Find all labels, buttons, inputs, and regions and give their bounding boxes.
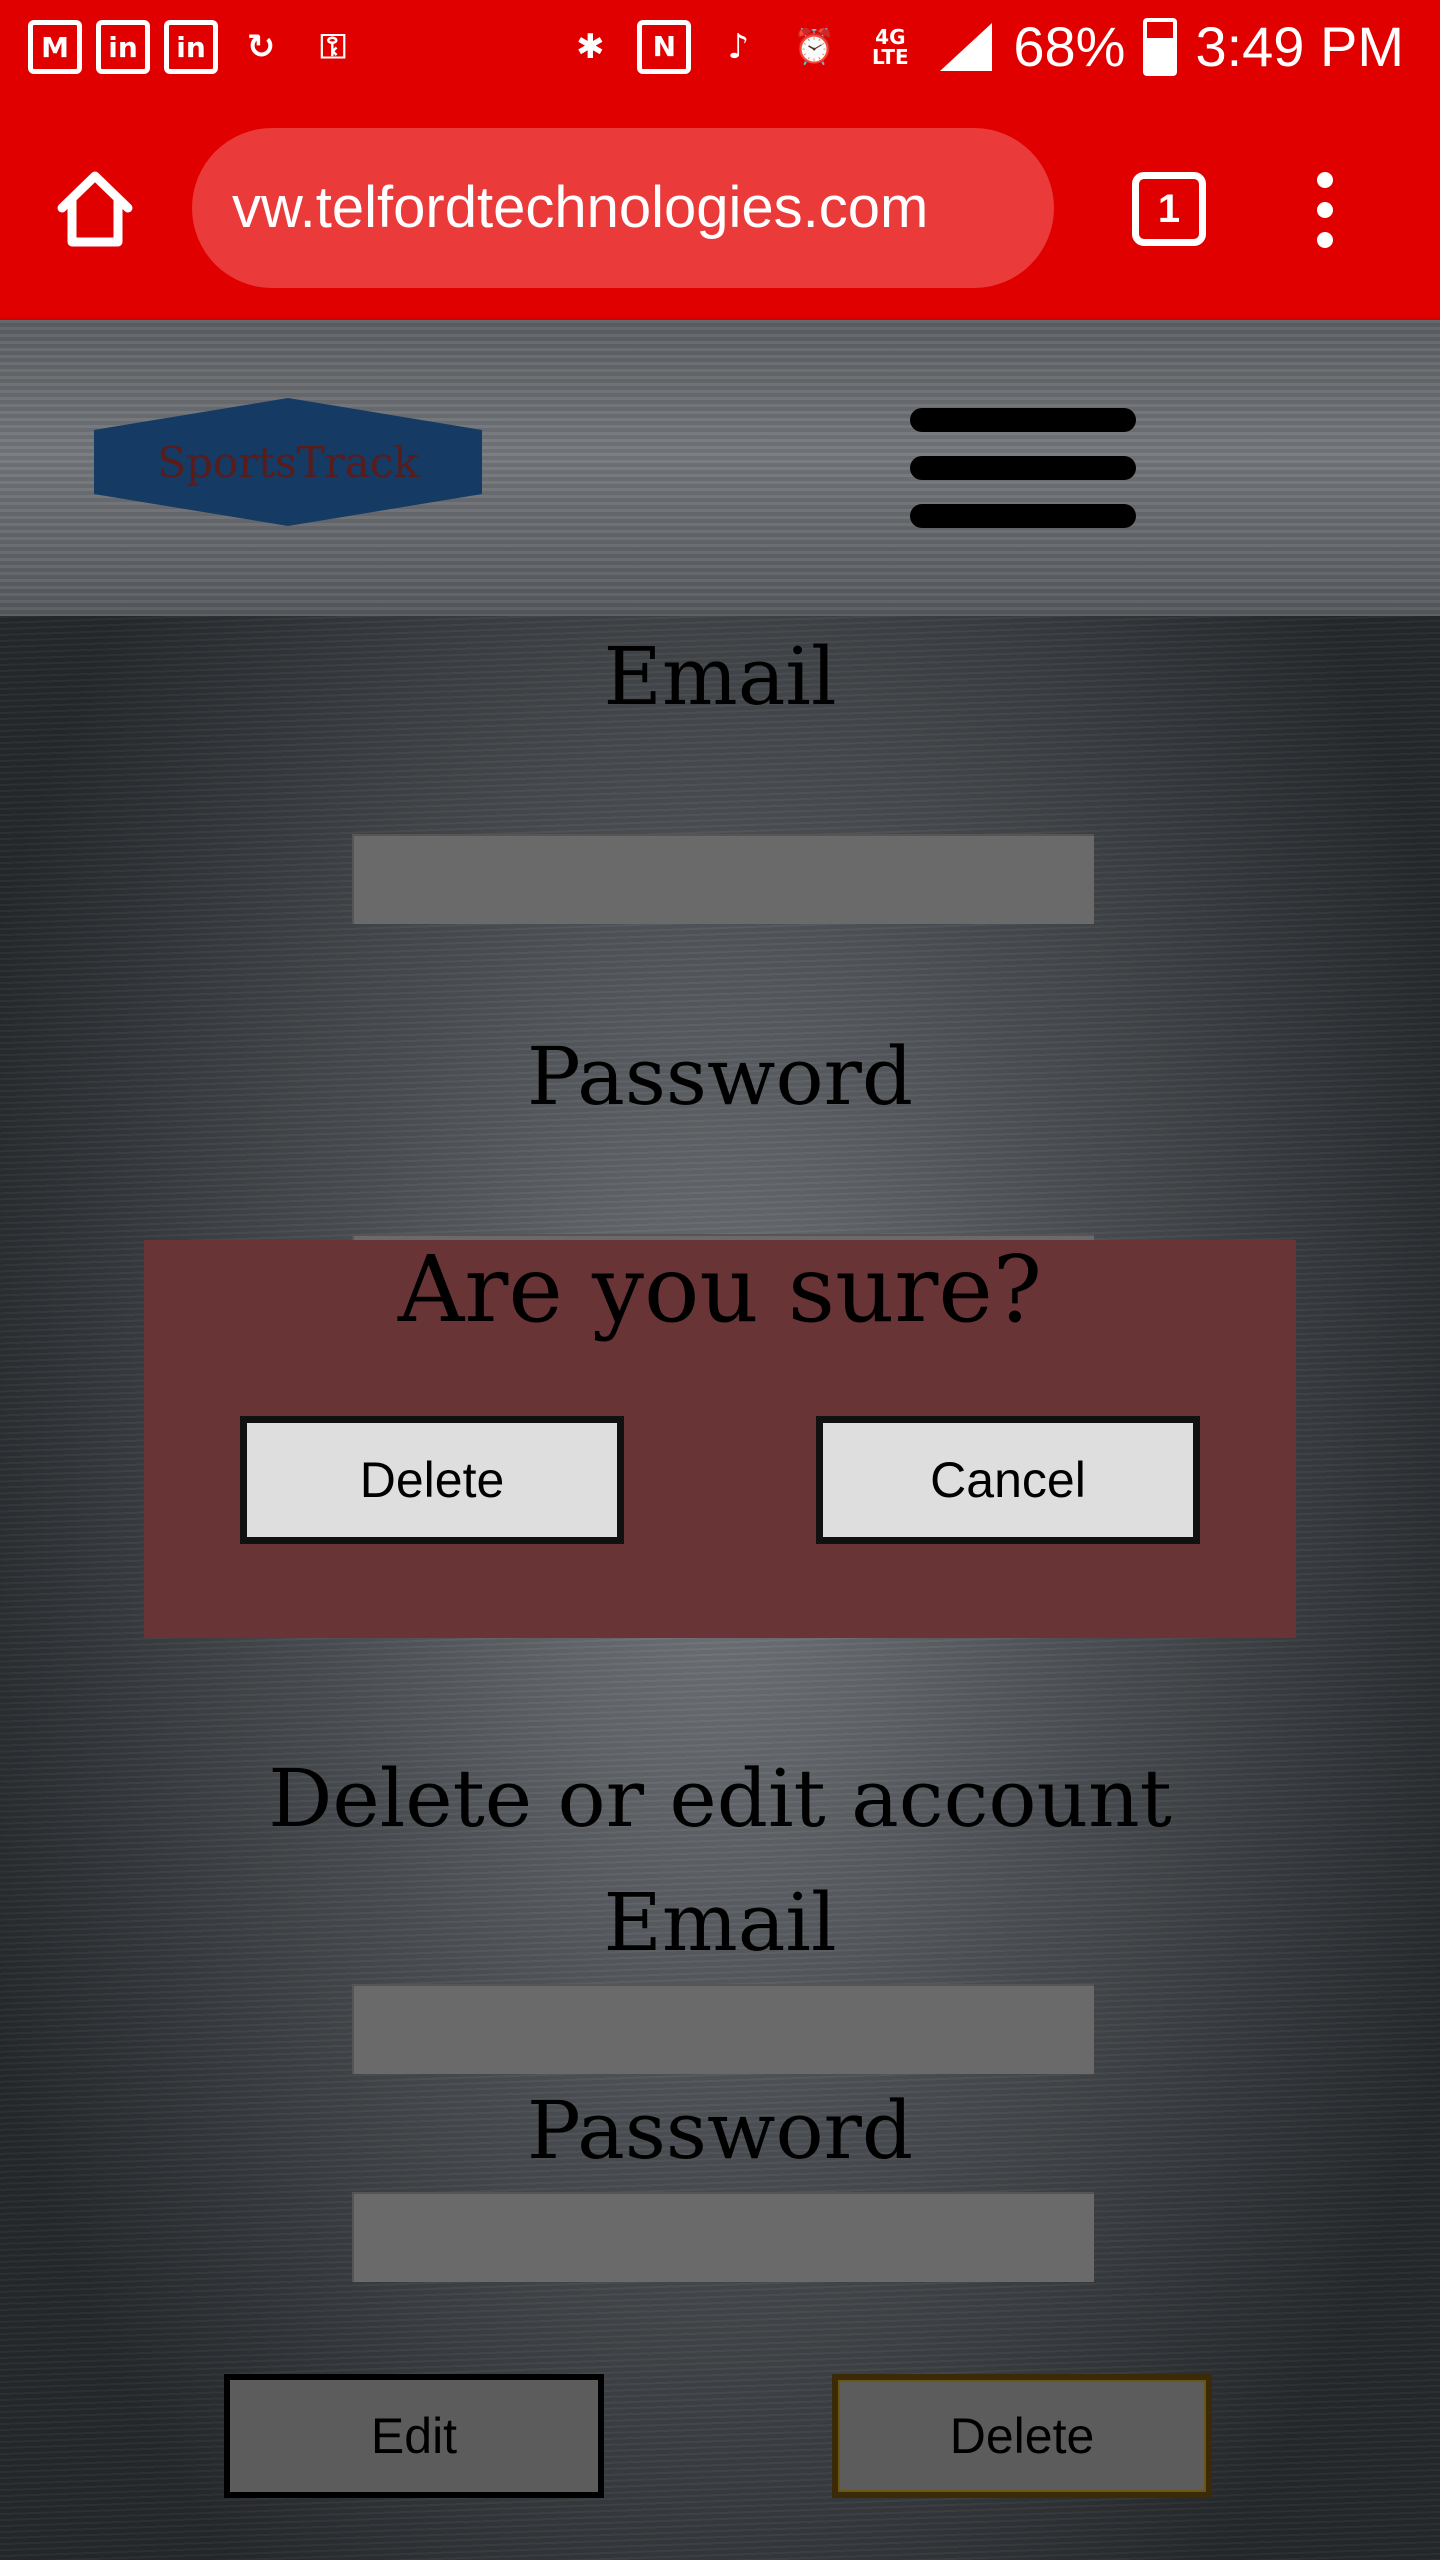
delete-edit-heading: Delete or edit account	[268, 1752, 1172, 1845]
account-password-field[interactable]	[352, 2192, 1094, 2282]
bluetooth-icon: ✱	[576, 26, 605, 67]
url-bar[interactable]: vw.telfordtechnologies.com	[192, 128, 1054, 288]
confirm-dialog: Are you sure? Delete Cancel	[144, 1236, 1296, 1638]
logo-text: SportsTrack	[157, 437, 419, 487]
battery-icon	[1143, 17, 1178, 76]
url-text: vw.telfordtechnologies.com	[232, 175, 929, 240]
system-icons: ✱ N ♪ ⏰ 4G LTE 68% 3:49 PM	[561, 14, 1404, 79]
account-email-label: Email	[603, 1876, 837, 1969]
password-label: Password	[526, 1030, 914, 1123]
site-header: SportsTrack	[0, 320, 1440, 616]
browser-toolbar: vw.telfordtechnologies.com 1	[0, 100, 1440, 320]
home-icon[interactable]	[50, 164, 140, 254]
cancel-button[interactable]: Cancel	[816, 1416, 1200, 1544]
alarm-icon: ⏰	[793, 26, 836, 67]
hamburger-menu-icon[interactable]	[910, 408, 1136, 530]
account-email-field[interactable]	[352, 1984, 1094, 2074]
linkedin-icon: in	[96, 20, 150, 74]
signal-icon	[937, 18, 995, 76]
tab-switcher-button[interactable]: 1	[1132, 172, 1206, 246]
edit-button[interactable]: Edit	[224, 2374, 604, 2498]
gmail-icon: M	[28, 20, 82, 74]
mute-icon: ♪	[727, 26, 750, 67]
confirm-title: Are you sure?	[397, 1236, 1043, 1343]
more-menu-icon[interactable]	[1310, 172, 1340, 248]
notification-icons: M in in ↻ ⚿	[28, 18, 362, 76]
nfc-icon: N	[637, 19, 692, 74]
linkedin-icon: in	[164, 20, 218, 74]
email-label: Email	[603, 630, 837, 723]
sync-icon: ↻	[246, 27, 276, 67]
delete-account-button[interactable]: Delete	[832, 2374, 1212, 2498]
lte-icon: 4G LTE	[871, 24, 909, 69]
key-icon: ⚿	[320, 27, 346, 67]
confirm-delete-button[interactable]: Delete	[240, 1416, 624, 1544]
clock: 3:49 PM	[1195, 15, 1404, 78]
account-password-label: Password	[526, 2084, 914, 2177]
email-field[interactable]	[352, 834, 1094, 924]
sportstrack-logo[interactable]: SportsTrack	[94, 398, 482, 526]
battery-percent: 68%	[1013, 15, 1126, 78]
status-bar: M in in ↻ ⚿ ✱ N ♪ ⏰ 4G LTE 68% 3:49 PM	[0, 0, 1440, 100]
